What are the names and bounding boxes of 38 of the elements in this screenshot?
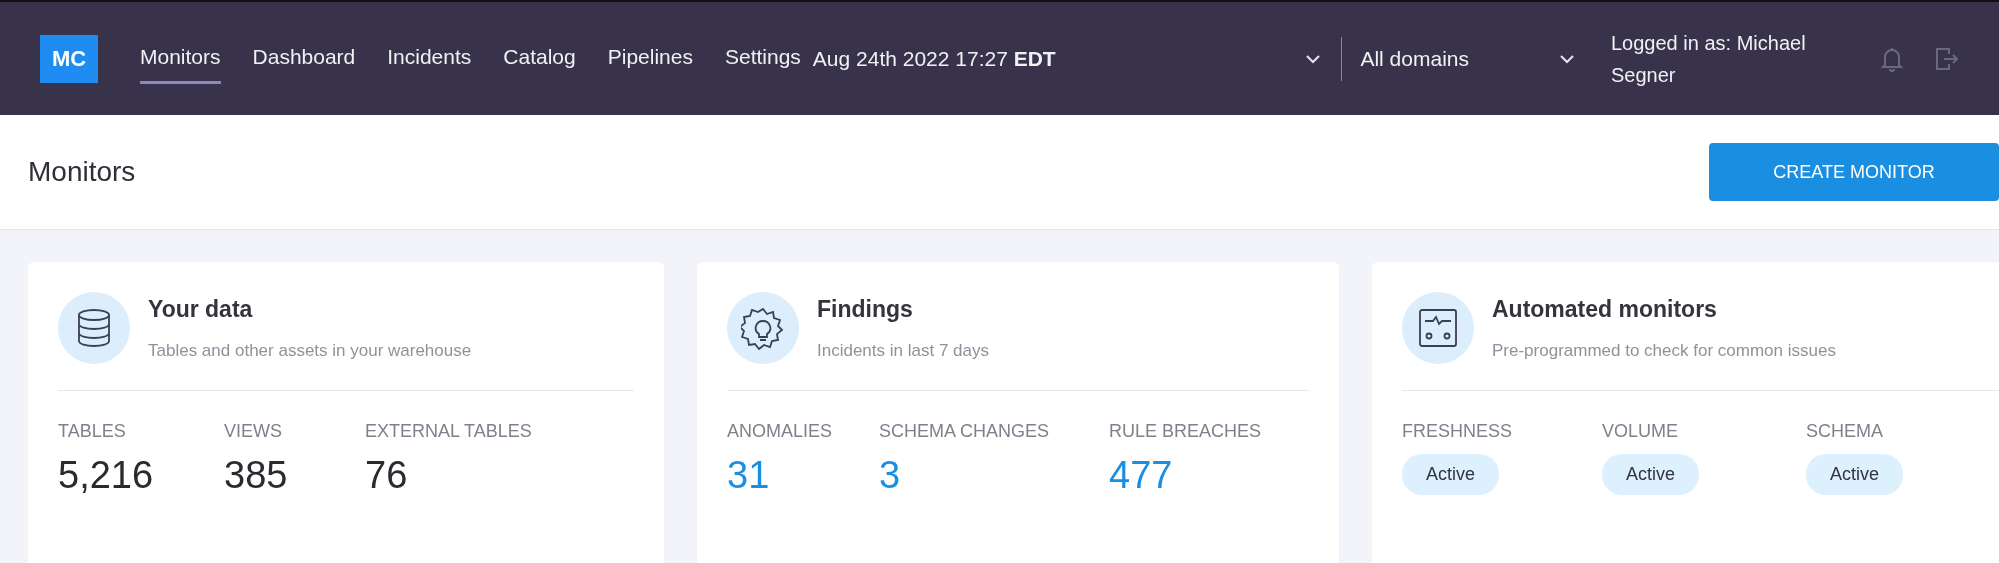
card-subtitle: Tables and other assets in your warehouse	[148, 341, 472, 361]
user-label: Logged in as: Michael Segner	[1611, 30, 1807, 88]
stat-link[interactable]: 477	[1109, 454, 1173, 497]
card-title: Your data	[148, 296, 254, 323]
card-title: Automated monitors	[1492, 296, 1718, 323]
monitor-panel-icon	[1418, 308, 1458, 348]
nav-tab[interactable]: Monitors	[140, 33, 221, 84]
stat-label: SCHEMA	[1806, 421, 1883, 442]
stat-value: 5,216	[58, 454, 154, 497]
status-badge: Active	[1806, 454, 1904, 495]
card-subtitle: Pre-programmed to check for common issues	[1492, 341, 1836, 361]
nav-tab[interactable]: Incidents	[387, 33, 472, 84]
stat-link[interactable]: 3	[879, 454, 901, 497]
database-icon	[76, 308, 112, 348]
nav-tab[interactable]: Settings	[724, 33, 801, 84]
stat-label: EXTERNAL TABLES	[365, 421, 532, 442]
card-subtitle: Incidents in last 7 days	[817, 341, 989, 361]
date-time: Aug 24th 2022 17:27 EDT	[812, 46, 1056, 71]
page-title: Monitors	[28, 156, 136, 188]
card-title: Findings	[817, 296, 914, 323]
status-badge: Active	[1602, 454, 1700, 495]
stat-label: FRESHNESS	[1402, 421, 1513, 442]
status-badge: Active	[1402, 454, 1500, 495]
stat-value: 76	[365, 454, 408, 497]
create-monitor-button[interactable]: CREATE MONITOR	[1709, 143, 1999, 201]
stat-label: RULE BREACHES	[1109, 421, 1262, 442]
gear-lightbulb-icon	[741, 306, 785, 350]
domain-select[interactable]: All domains	[1360, 46, 1469, 71]
stat-label: ANOMALIES	[727, 421, 833, 442]
nav-tab[interactable]: Catalog	[503, 33, 576, 84]
stat-link[interactable]: 31	[727, 454, 770, 497]
stat-label: VOLUME	[1602, 421, 1679, 442]
stat-label: TABLES	[58, 421, 126, 442]
stat-value: 385	[224, 454, 288, 497]
nav-tab[interactable]: Pipelines	[607, 33, 693, 84]
nav-tab[interactable]: Dashboard	[252, 33, 356, 84]
stat-label: SCHEMA CHANGES	[879, 421, 1050, 442]
stat-label: VIEWS	[224, 421, 282, 442]
